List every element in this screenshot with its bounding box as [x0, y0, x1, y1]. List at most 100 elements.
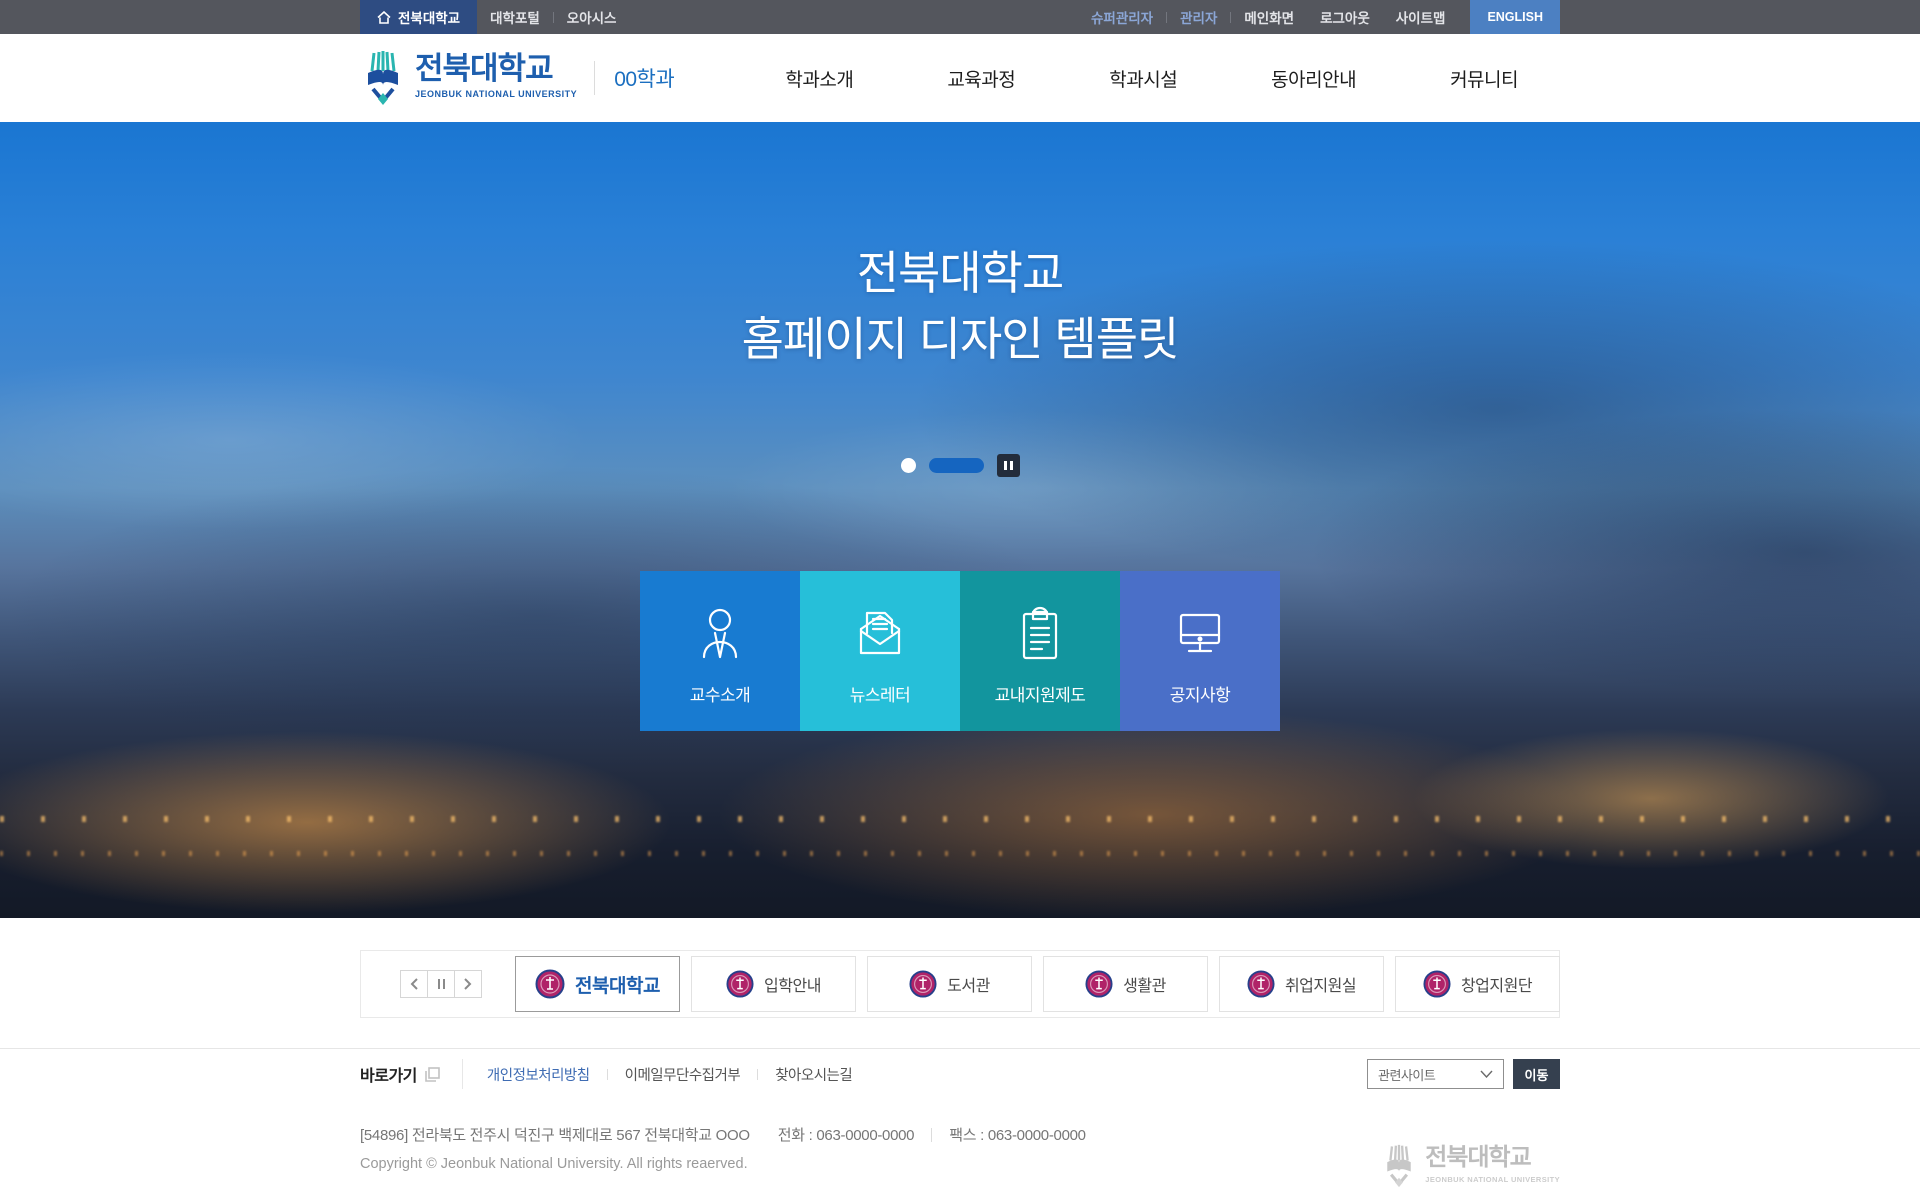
pause-icon	[438, 979, 445, 989]
hero-banner: 전북대학교 홈페이지 디자인 템플릿 교수소개	[0, 122, 1920, 918]
topbar-link-main[interactable]: 메인화면	[1231, 7, 1307, 27]
site-card-dormitory[interactable]: 생활관	[1043, 956, 1208, 1012]
site-card-library[interactable]: 도서관	[867, 956, 1032, 1012]
footer-link-privacy[interactable]: 개인정보처리방침	[487, 1064, 590, 1085]
hero-title-line2: 홈페이지 디자인 템플릿	[0, 306, 1920, 372]
nav-item-about[interactable]: 학과소개	[785, 65, 853, 92]
logo-title: 전북대학교	[415, 54, 577, 84]
sites-pause-button[interactable]	[427, 970, 455, 998]
topbar-home-label: 전북대학교	[398, 7, 460, 27]
site-card-startup[interactable]: 창업지원단	[1395, 956, 1560, 1012]
city-lights-decor	[0, 851, 1920, 856]
address-row: [54896] 전라북도 전주시 덕진구 백제대로 567 전북대학교 OOO …	[360, 1124, 1560, 1145]
topbar-left-links: 대학포털 오아시스	[477, 0, 629, 34]
topbar-link-admin[interactable]: 관리자	[1167, 7, 1230, 27]
logo-subtitle: JEONBUK NATIONAL UNIVERSITY	[415, 89, 577, 99]
person-icon	[693, 601, 747, 665]
quick-card-professors[interactable]: 교수소개	[640, 571, 800, 731]
separator	[931, 1128, 932, 1142]
university-emblem-icon	[1381, 1144, 1417, 1188]
english-button[interactable]: ENGLISH	[1470, 0, 1560, 34]
nav-item-facilities[interactable]: 학과시설	[1109, 65, 1177, 92]
quick-card-label: 교내지원제도	[995, 681, 1086, 706]
site-card-label: 취업지원실	[1285, 972, 1356, 996]
footer-link-directions[interactable]: 찾아오시는길	[775, 1064, 852, 1085]
hero-title-line1: 전북대학교	[0, 240, 1920, 306]
shortcut-label[interactable]: 바로가기	[360, 1062, 417, 1086]
related-sites-select[interactable]: 관련사이트	[1367, 1059, 1504, 1089]
site-card-label: 생활관	[1123, 972, 1166, 996]
go-button[interactable]: 이동	[1513, 1059, 1560, 1089]
site-cards: 전북대학교 입학안내 도서관	[515, 956, 1560, 1012]
global-nav: 학과소개 교육과정 학과시설 동아리안내 커뮤니티	[785, 65, 1518, 92]
footer-logo-text: 전북대학교 JEONBUK NATIONAL UNIVERSITY	[1425, 1146, 1560, 1187]
site-card-label: 전북대학교	[575, 971, 660, 998]
newsletter-icon	[852, 601, 908, 665]
university-seal-icon	[909, 970, 937, 998]
clipboard-icon	[1015, 601, 1065, 665]
topbar-link-portal[interactable]: 대학포털	[477, 7, 553, 27]
top-utility-bar: 전북대학교 대학포털 오아시스 슈퍼관리자 관리자 메인화면 로그아웃 사이트맵…	[0, 0, 1920, 34]
chevron-left-icon	[410, 978, 418, 990]
footer-links-bar: 바로가기 개인정보처리방침 이메일무단수집거부 찾아오시는길 관련사이트 이동	[0, 1048, 1920, 1098]
quick-card-support[interactable]: 교내지원제도	[960, 571, 1120, 731]
site-card-admissions[interactable]: 입학안내	[691, 956, 856, 1012]
address-text: [54896] 전라북도 전주시 덕진구 백제대로 567 전북대학교 OOO	[360, 1124, 750, 1145]
divider	[462, 1059, 463, 1089]
related-sites-box: 전북대학교 입학안내 도서관	[360, 950, 1560, 1018]
topbar-home-tab[interactable]: 전북대학교	[360, 0, 477, 34]
nav-item-curriculum[interactable]: 교육과정	[947, 65, 1015, 92]
sites-prev-button[interactable]	[400, 970, 428, 998]
quick-card-label: 공지사항	[1170, 681, 1231, 706]
quick-link-cards: 교수소개 뉴스레터	[640, 571, 1280, 731]
quick-card-label: 교수소개	[690, 681, 751, 706]
university-seal-icon	[1247, 970, 1275, 998]
quick-card-label: 뉴스레터	[850, 681, 911, 706]
footer-logo: 전북대학교 JEONBUK NATIONAL UNIVERSITY	[1381, 1144, 1560, 1188]
fax-text: 팩스 : 063-0000-0000	[949, 1124, 1085, 1145]
copy-pages-icon[interactable]	[425, 1067, 440, 1082]
related-sites-select-value: 관련사이트	[1378, 1065, 1435, 1084]
header: 전북대학교 JEONBUK NATIONAL UNIVERSITY 00학과 학…	[0, 34, 1920, 122]
hero-title: 전북대학교 홈페이지 디자인 템플릿	[0, 240, 1920, 372]
quick-card-newsletter[interactable]: 뉴스레터	[800, 571, 960, 731]
site-card-career[interactable]: 취업지원실	[1219, 956, 1384, 1012]
university-seal-icon	[726, 970, 754, 998]
footer-links-right: 관련사이트 이동	[1367, 1059, 1560, 1089]
nav-item-community[interactable]: 커뮤니티	[1450, 65, 1518, 92]
site-card-university[interactable]: 전북대학교	[515, 956, 680, 1012]
university-seal-icon	[1423, 970, 1451, 998]
site-card-label: 창업지원단	[1461, 972, 1532, 996]
copyright-text: Copyright © Jeonbuk National University.…	[360, 1156, 1560, 1172]
logo-text: 전북대학교 JEONBUK NATIONAL UNIVERSITY	[415, 54, 577, 102]
department-name: 00학과	[614, 63, 674, 93]
chevron-down-icon	[1480, 1070, 1493, 1078]
home-icon	[377, 11, 391, 24]
quick-card-notice[interactable]: 공지사항	[1120, 571, 1280, 731]
separator	[607, 1069, 608, 1080]
carousel-dot[interactable]	[901, 458, 916, 473]
nav-item-clubs[interactable]: 동아리안내	[1271, 65, 1356, 92]
chevron-right-icon	[464, 978, 472, 990]
carousel-active-indicator[interactable]	[929, 458, 984, 473]
footer-logo-title: 전북대학교	[1425, 1146, 1560, 1169]
monitor-icon	[1172, 601, 1228, 665]
topbar-link-sitemap[interactable]: 사이트맵	[1383, 7, 1459, 27]
footer-logo-subtitle: JEONBUK NATIONAL UNIVERSITY	[1425, 1175, 1560, 1184]
sites-next-button[interactable]	[454, 970, 482, 998]
topbar-link-oasis[interactable]: 오아시스	[554, 7, 630, 27]
topbar-link-logout[interactable]: 로그아웃	[1307, 7, 1383, 27]
university-seal-icon	[535, 969, 565, 999]
topbar-link-superadmin[interactable]: 슈퍼관리자	[1078, 7, 1166, 27]
university-seal-icon	[1085, 970, 1113, 998]
page: 전북대학교 대학포털 오아시스 슈퍼관리자 관리자 메인화면 로그아웃 사이트맵…	[0, 0, 1920, 1200]
site-card-label: 입학안내	[764, 972, 821, 996]
topbar-right-links: 슈퍼관리자 관리자 메인화면 로그아웃 사이트맵 ENGLISH	[1078, 0, 1560, 34]
carousel-pause-button[interactable]	[997, 454, 1020, 477]
university-logo[interactable]: 전북대학교 JEONBUK NATIONAL UNIVERSITY	[360, 51, 577, 105]
related-sites-section: 전북대학교 입학안내 도서관	[0, 918, 1920, 1048]
footer-link-no-email[interactable]: 이메일무단수집거부	[625, 1064, 741, 1085]
phone-text: 전화 : 063-0000-0000	[778, 1124, 914, 1145]
separator	[757, 1069, 758, 1080]
divider	[594, 61, 595, 95]
